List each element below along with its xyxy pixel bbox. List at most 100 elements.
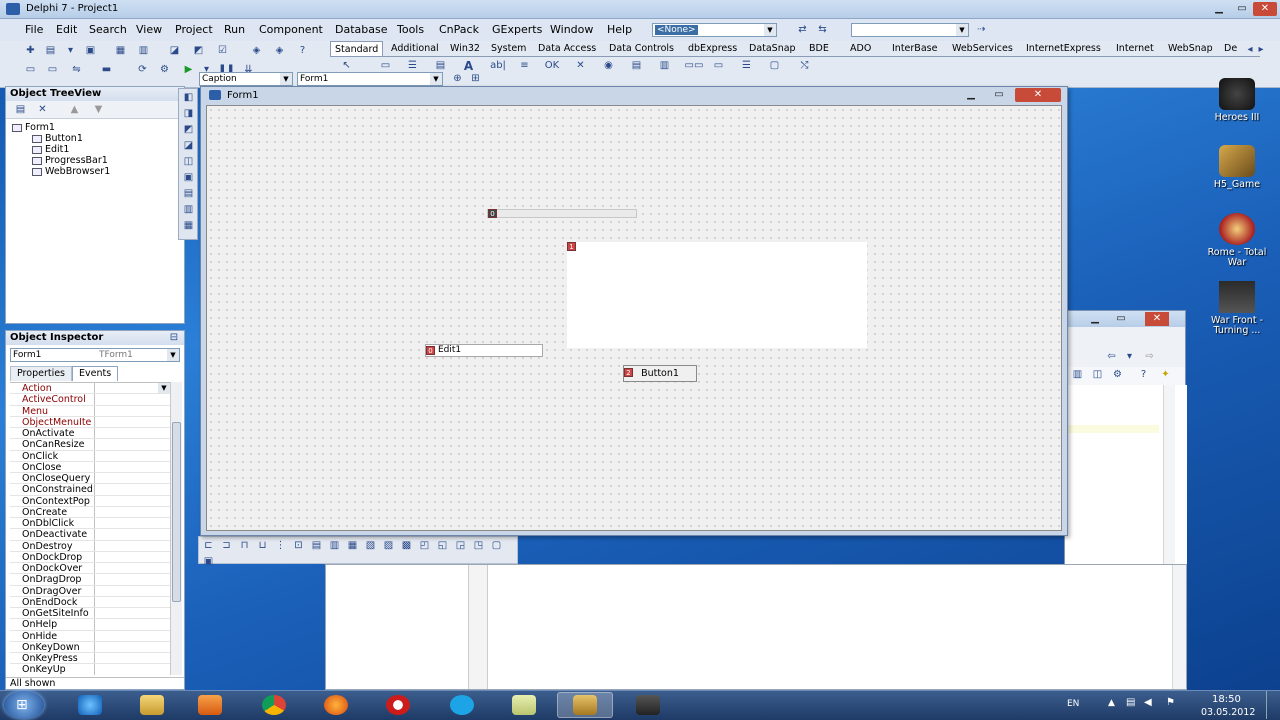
panel-icon[interactable]: ▢ — [766, 58, 783, 73]
event-row[interactable]: OnGetSiteInfo — [10, 608, 170, 620]
menu-file[interactable]: File — [25, 23, 43, 36]
event-row[interactable]: OnKeyPress — [10, 653, 170, 665]
align-icon[interactable]: ◰ — [416, 538, 433, 553]
event-value[interactable] — [95, 473, 170, 483]
clock-time[interactable]: 18:50 — [1212, 694, 1241, 705]
event-row[interactable]: OnDeactivate — [10, 529, 170, 541]
align-top-icon[interactable]: ⊔ — [254, 538, 271, 553]
frames-icon[interactable]: ▭ — [377, 58, 394, 73]
palette-icon[interactable]: ▣ — [180, 170, 197, 185]
menu-help[interactable]: Help — [607, 23, 632, 36]
edit1[interactable]: 0 Edit1 — [425, 344, 543, 357]
event-row[interactable]: OnEndDock — [10, 596, 170, 608]
tab-websnap[interactable]: WebSnap — [1164, 41, 1217, 56]
cube-icon[interactable]: ◈ — [271, 43, 288, 58]
close-button[interactable]: ✕ — [1015, 88, 1061, 102]
desktop-icon-warfront[interactable]: War Front - Turning ... — [1205, 281, 1269, 336]
save-desktop-icon[interactable]: ⇄ — [794, 22, 811, 37]
add-file-icon[interactable]: ◪ — [166, 43, 183, 58]
menu-cnpack[interactable]: CnPack — [439, 23, 479, 36]
toolbar-icon[interactable]: ▥ — [1069, 367, 1086, 382]
button-icon[interactable]: OK — [542, 58, 562, 73]
event-value[interactable] — [95, 484, 170, 494]
tab-data-controls[interactable]: Data Controls — [605, 41, 678, 56]
network-icon[interactable]: ▤ — [1126, 697, 1135, 708]
new-item-icon[interactable]: ▤ — [12, 102, 29, 117]
event-row[interactable]: Menu — [10, 405, 170, 417]
open-project-icon[interactable]: ▥ — [135, 43, 152, 58]
event-row[interactable]: ObjectMenuIte — [10, 416, 170, 428]
start-button[interactable]: ⊞ — [4, 691, 44, 719]
align-icon[interactable]: ⊞ — [467, 71, 484, 86]
maximize-button[interactable]: ▭ — [1230, 2, 1254, 16]
event-value[interactable] — [95, 563, 170, 573]
event-value[interactable] — [95, 451, 170, 461]
maximize-button[interactable]: ▭ — [987, 88, 1011, 102]
help-icon[interactable]: ? — [1135, 367, 1152, 382]
event-row[interactable]: OnKeyDown — [10, 641, 170, 653]
tab-dbexpress[interactable]: dbExpress — [684, 41, 741, 56]
new-form-icon[interactable]: ▬ — [98, 62, 115, 77]
event-value[interactable] — [95, 631, 170, 641]
desktop-icon-rome[interactable]: Rome - Total War — [1205, 213, 1269, 268]
event-value[interactable] — [95, 541, 170, 551]
new-icon[interactable]: ✚ — [22, 43, 39, 58]
event-value[interactable] — [95, 496, 170, 506]
menu-tools[interactable]: Tools — [397, 23, 424, 36]
event-row[interactable]: OnDestroy — [10, 540, 170, 552]
tab-internet[interactable]: Internet — [1112, 41, 1158, 56]
event-row[interactable]: OnActivate — [10, 428, 170, 440]
event-row[interactable]: OnCanResize — [10, 439, 170, 451]
menu-run[interactable]: Run — [224, 23, 245, 36]
space-equally-icon[interactable]: ⋮ — [272, 538, 289, 553]
event-value[interactable] — [95, 597, 170, 607]
save-icon[interactable]: ▣ — [82, 43, 99, 58]
align-icon[interactable]: ◱ — [434, 538, 451, 553]
tree-item[interactable]: ProgressBar1 — [12, 155, 184, 166]
taskbar-delphi[interactable] — [557, 692, 613, 718]
flag-icon[interactable]: ⚑ — [1166, 697, 1175, 708]
menu-edit[interactable]: Edit — [56, 23, 77, 36]
align-icon[interactable]: ◲ — [452, 538, 469, 553]
go-icon[interactable]: ⇢ — [973, 22, 990, 37]
maximize-button[interactable]: ▭ — [1109, 312, 1133, 326]
align-right-icon[interactable]: ⊓ — [236, 538, 253, 553]
event-value[interactable] — [95, 664, 170, 674]
event-value[interactable] — [95, 406, 170, 416]
combobox-icon[interactable]: ▥ — [656, 58, 673, 73]
align-center-icon[interactable]: ⊐ — [218, 538, 235, 553]
arrow-right-icon[interactable]: ⇨ — [1141, 349, 1158, 364]
event-row[interactable]: OnDockDrop — [10, 551, 170, 563]
event-value[interactable] — [95, 439, 170, 449]
event-value[interactable] — [95, 642, 170, 652]
taskbar-app[interactable] — [620, 692, 676, 718]
tab-system[interactable]: System — [487, 41, 530, 56]
center-window-icon[interactable]: ⊡ — [290, 538, 307, 553]
taskbar-ie[interactable] — [62, 692, 118, 718]
listbox-icon[interactable]: ▤ — [628, 58, 645, 73]
search-combo[interactable]: ▼ — [851, 23, 969, 37]
toolbar-icon[interactable]: ◫ — [1089, 367, 1106, 382]
tree-item-root[interactable]: Form1 — [12, 122, 184, 133]
lock-icon[interactable]: ⊕ — [449, 71, 466, 86]
refresh-icon[interactable]: ⟳ — [134, 62, 151, 77]
webbrowser1[interactable]: 1 — [567, 242, 867, 348]
tab-webservices[interactable]: WebServices — [948, 41, 1017, 56]
form1-designer-window[interactable]: Form1 ▁ ▭ ✕ 0 1 0 Edit1 2 Button1 — [200, 86, 1068, 536]
align-left-icon[interactable]: ⊏ — [200, 538, 217, 553]
event-value[interactable] — [95, 507, 170, 517]
event-row[interactable]: OnCreate — [10, 506, 170, 518]
inspector-scrollbar[interactable] — [170, 382, 182, 675]
palette-icon[interactable]: ◩ — [180, 122, 197, 137]
palette-icon[interactable]: ◨ — [180, 106, 197, 121]
event-row[interactable]: OnKeyUp — [10, 664, 170, 675]
align-icon[interactable]: ▨ — [380, 538, 397, 553]
event-row[interactable]: OnConstrained — [10, 484, 170, 496]
checkbox-icon[interactable]: ☑ — [214, 43, 231, 58]
property-combo[interactable]: Caption ▼ — [199, 72, 293, 86]
menu-search[interactable]: Search — [89, 23, 127, 36]
minimize-button[interactable]: ▁ — [1083, 312, 1107, 326]
event-value[interactable] — [95, 619, 170, 629]
align-icon[interactable]: ▤ — [308, 538, 325, 553]
desktop-icon-h5[interactable]: H5_Game — [1205, 145, 1269, 190]
